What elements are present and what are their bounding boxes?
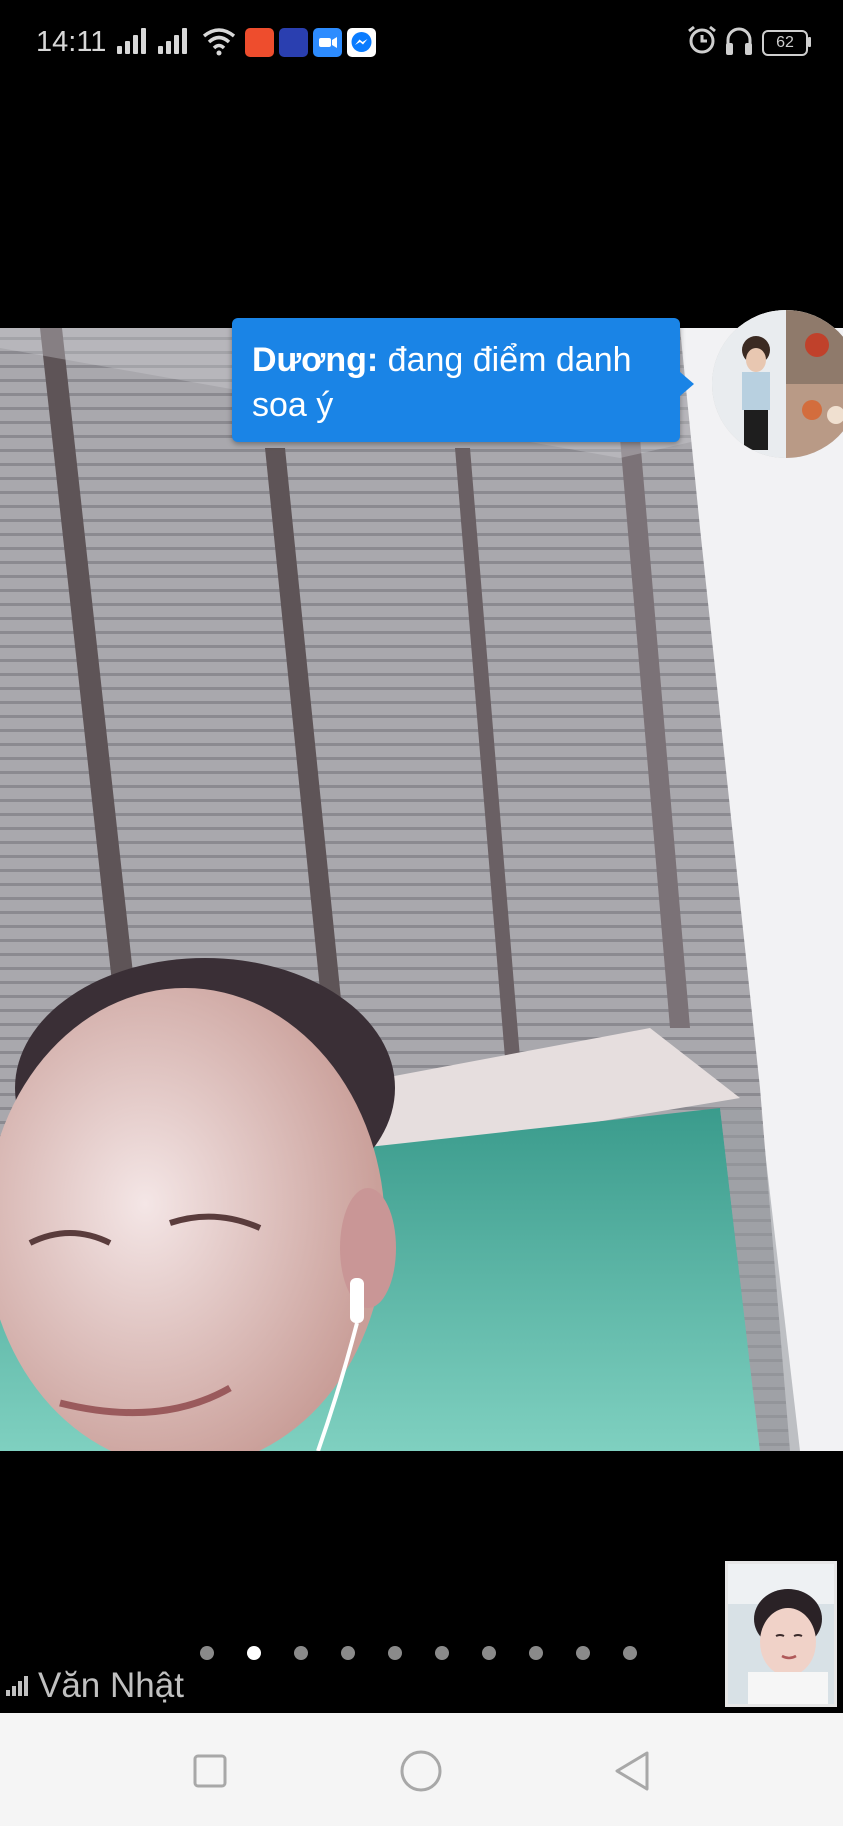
signal-icon [117, 28, 149, 54]
page-dot-5[interactable] [388, 1646, 402, 1660]
page-dot-8[interactable] [529, 1646, 543, 1660]
page-dot-6[interactable] [435, 1646, 449, 1660]
signal-icon-2 [158, 28, 190, 54]
game-app-icon [279, 28, 308, 57]
page-dot-9[interactable] [576, 1646, 590, 1660]
headset-icon [726, 27, 752, 55]
back-button[interactable] [602, 1741, 662, 1801]
chat-bubble-pointer [680, 372, 694, 396]
caller-name: Văn Nhật [38, 1666, 184, 1705]
chat-message-text: Dương: đang điểm danh soa ý [252, 338, 672, 428]
page-dot-4[interactable] [341, 1646, 355, 1660]
chat-message-bubble[interactable]: Dương: đang điểm danh soa ý [232, 318, 680, 442]
status-bar: 14:11 62 [0, 0, 843, 84]
chat-message-sender: Dương: [252, 341, 379, 379]
page-dot-2[interactable] [247, 1646, 261, 1660]
page-dot-7[interactable] [482, 1646, 496, 1660]
remote-video-feed[interactable] [0, 328, 843, 1451]
home-button[interactable] [391, 1741, 451, 1801]
alarm-icon [688, 25, 716, 54]
recent-apps-button[interactable] [180, 1741, 240, 1801]
zoom-app-icon [313, 28, 342, 57]
messenger-app-icon [347, 28, 376, 57]
navigation-bar [0, 1713, 843, 1826]
page-dot-1[interactable] [200, 1646, 214, 1660]
page-dot-3[interactable] [294, 1646, 308, 1660]
wifi-icon [202, 28, 236, 56]
self-view-video[interactable] [725, 1561, 837, 1707]
page-dot-10[interactable] [623, 1646, 637, 1660]
connection-signal-icon [6, 1676, 30, 1696]
battery-tip [808, 37, 811, 47]
status-time: 14:11 [36, 26, 107, 58]
shopee-app-icon [245, 28, 274, 57]
battery-icon: 62 [762, 30, 808, 56]
